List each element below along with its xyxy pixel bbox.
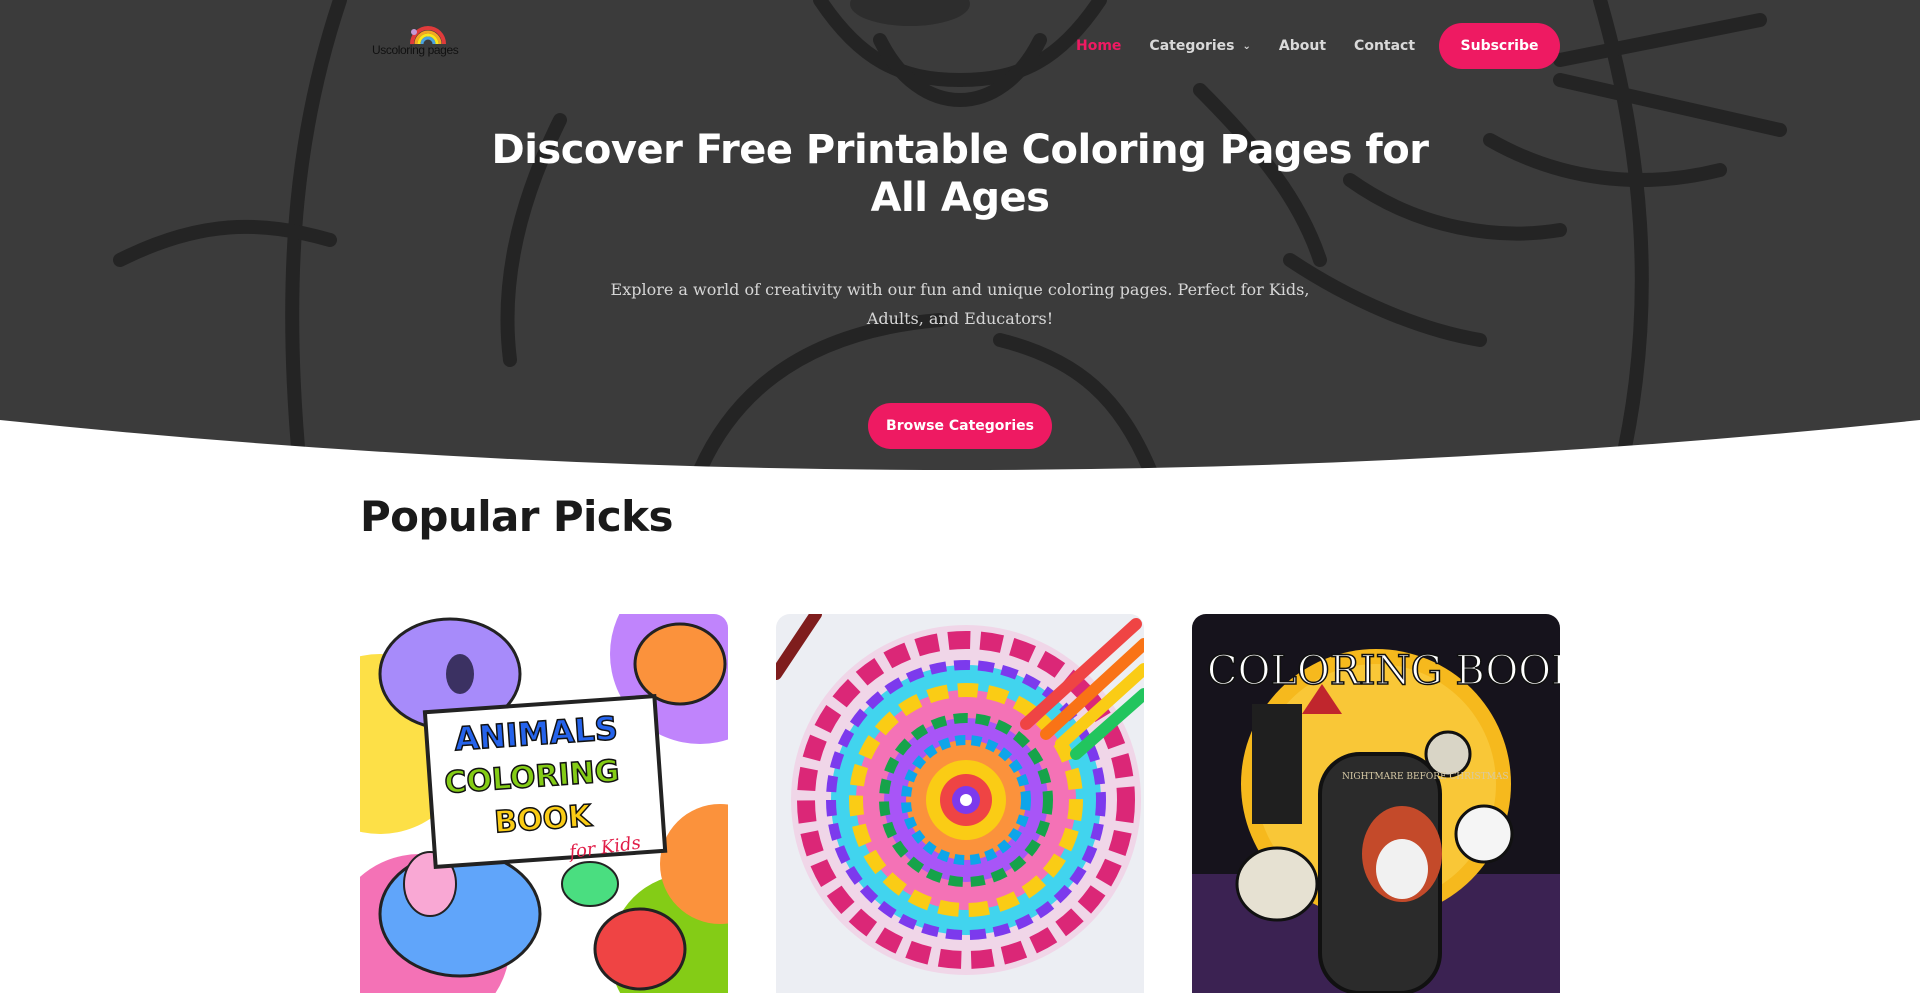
nav-contact[interactable]: Contact — [1354, 38, 1415, 54]
nav-categories-label: Categories — [1149, 38, 1235, 54]
site-logo[interactable]: Uscoloring pages — [372, 22, 468, 62]
card-3-subtitle: NIGHTMARE BEFORE CHRISTMAS — [1342, 772, 1509, 782]
card-nightmare-coloring-book[interactable]: COLORING BOOK NIGHTMARE BEFORE CHRISTMAS — [1192, 614, 1560, 993]
nightmare-book-cover-image: COLORING BOOK NIGHTMARE BEFORE CHRISTMAS — [1192, 614, 1560, 993]
mandala-image — [776, 614, 1144, 993]
subscribe-button[interactable]: Subscribe — [1439, 23, 1560, 69]
chevron-down-icon: ⌄ — [1242, 40, 1251, 52]
nav-categories[interactable]: Categories ⌄ — [1149, 38, 1250, 54]
card-animals-coloring-book[interactable]: ANIMALS COLORING BOOK for Kids — [360, 614, 728, 993]
card-3-title: COLORING BOOK — [1207, 648, 1560, 694]
hero-title: Discover Free Printable Coloring Pages f… — [491, 127, 1429, 221]
browse-categories-button[interactable]: Browse Categories — [868, 403, 1052, 449]
nav-about[interactable]: About — [1279, 38, 1326, 54]
nav-home[interactable]: Home — [1076, 38, 1121, 54]
logo-text: Uscoloring pages — [372, 43, 459, 57]
popular-picks-title: Popular Picks — [360, 492, 673, 541]
hero-subtitle: Explore a world of creativity with our f… — [610, 280, 1310, 328]
hero-banner: Uscoloring pages Home Categories ⌄ About… — [0, 0, 1920, 470]
animals-book-cover-image: ANIMALS COLORING BOOK for Kids — [360, 614, 728, 993]
main-nav: Home Categories ⌄ About Contact — [1076, 36, 1443, 56]
hero-bottom-curve — [0, 420, 1920, 470]
card-1-title-line-3: BOOK — [493, 799, 594, 841]
card-mandala[interactable] — [776, 614, 1144, 993]
